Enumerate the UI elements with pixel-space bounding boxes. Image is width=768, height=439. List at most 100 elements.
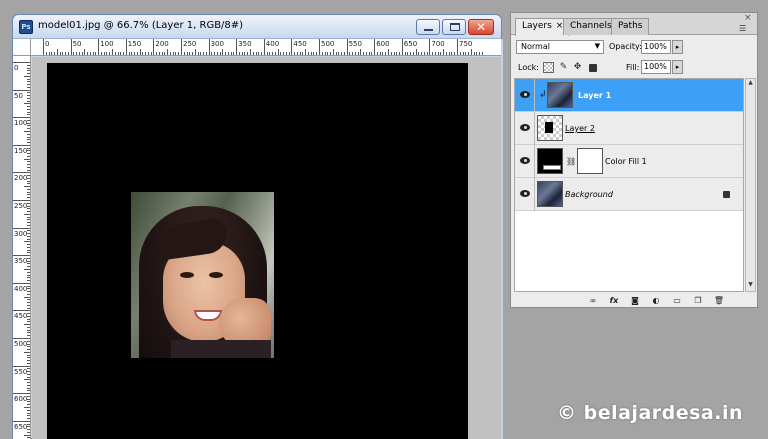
layers-scrollbar[interactable]: ▲ ▼ <box>745 78 756 292</box>
ruler-tick <box>421 52 423 55</box>
add-mask-icon[interactable]: ◙ <box>629 295 641 306</box>
opacity-slider-arrow-icon[interactable]: ▸ <box>672 40 683 54</box>
layer-name[interactable]: Layer 1 <box>578 91 611 100</box>
ruler-tick <box>27 384 30 386</box>
minimize-button[interactable] <box>416 19 440 35</box>
layer-name[interactable]: Layer 2 <box>565 124 595 133</box>
ruler-tick <box>27 335 30 337</box>
fill-thumbnail[interactable] <box>537 148 563 174</box>
ruler-tick <box>316 52 318 55</box>
layer-name[interactable]: Color Fill 1 <box>605 157 647 166</box>
layer-visibility-toggle[interactable] <box>515 112 535 145</box>
ruler-tick <box>27 313 30 315</box>
blend-mode-select[interactable]: Normal ▼ <box>516 40 604 54</box>
maximize-button[interactable] <box>442 19 466 35</box>
eye-icon <box>520 91 530 98</box>
new-group-folder-icon[interactable]: ▭ <box>671 295 683 306</box>
mask-thumbnail[interactable] <box>577 148 603 174</box>
link-layers-icon[interactable]: ∞ <box>587 295 599 306</box>
opacity-input[interactable]: 100% <box>641 40 671 54</box>
scroll-down-icon[interactable]: ▼ <box>746 281 755 291</box>
layer-thumbnail[interactable] <box>537 115 563 141</box>
ruler-tick <box>27 194 30 196</box>
panel-close-icon[interactable]: × <box>744 13 752 23</box>
ruler-label: 500 <box>14 340 28 348</box>
ruler-tick <box>95 52 97 55</box>
ruler-tick <box>24 241 30 243</box>
ruler-tick <box>27 150 30 152</box>
ruler-tick <box>27 329 30 331</box>
lock-transparency-icon[interactable] <box>543 62 554 73</box>
layer-row-layer-2[interactable]: Layer 2 <box>515 112 743 145</box>
portrait-photo[interactable] <box>131 192 274 358</box>
document-scrollbar[interactable] <box>501 39 503 439</box>
horizontal-ruler[interactable]: 0 50 100 150 200 250 300 350 400 450 500 550 600 650 7… <box>31 39 501 56</box>
ruler-tick <box>27 106 30 108</box>
ruler-tick <box>481 52 483 55</box>
fill-input[interactable]: 100% <box>641 60 671 74</box>
layer-name[interactable]: Background <box>565 190 613 199</box>
ruler-corner[interactable] <box>13 39 31 56</box>
ruler-tick <box>440 52 442 55</box>
ruler-tick <box>27 125 30 127</box>
layer-row-color-fill-1[interactable]: ⛓ Color Fill 1 <box>515 145 743 178</box>
ruler-tick <box>476 52 478 55</box>
ruler-tick <box>27 321 30 323</box>
close-button[interactable]: ✕ <box>468 19 494 35</box>
ruler-tick <box>203 52 205 55</box>
link-icon[interactable]: ⛓ <box>566 157 576 166</box>
ruler-tick <box>27 64 30 66</box>
ruler-tick <box>365 52 367 55</box>
ruler-tick <box>27 238 30 240</box>
ruler-tick <box>401 39 403 55</box>
ruler-tick <box>27 191 30 193</box>
lock-paint-brush-icon[interactable]: ✎ <box>558 62 569 73</box>
ruler-tick <box>470 49 472 55</box>
layer-row-background[interactable]: Background <box>515 178 743 211</box>
ruler-tick <box>27 119 30 121</box>
document-titlebar[interactable]: Ps model01.jpg @ 66.7% (Layer 1, RGB/8#)… <box>13 15 501 39</box>
layer-visibility-toggle[interactable] <box>515 79 535 112</box>
new-layer-icon[interactable]: ❐ <box>692 295 704 306</box>
layer-visibility-toggle[interactable] <box>515 145 535 178</box>
vertical-ruler[interactable]: 0 50 100 150 200 250 300 350 400 450 500 550 600 650 <box>13 56 31 439</box>
ruler-tick <box>13 89 30 91</box>
document-canvas[interactable] <box>47 63 468 439</box>
ruler-tick <box>150 52 152 55</box>
lock-position-move-icon[interactable]: ✥ <box>572 62 583 73</box>
ruler-tick <box>156 52 158 55</box>
ruler-tick <box>250 49 251 55</box>
lock-all-icon[interactable] <box>589 64 597 72</box>
ruler-tick <box>27 288 30 290</box>
ruler-tick <box>280 52 282 55</box>
panel-menu-icon[interactable]: ☰ <box>739 24 746 33</box>
ruler-tick <box>434 52 436 55</box>
ruler-tick <box>27 161 30 163</box>
scroll-up-icon[interactable]: ▲ <box>746 79 755 89</box>
layer-style-fx-icon[interactable]: fx <box>608 295 620 306</box>
ruler-tick <box>178 52 180 55</box>
photoshop-icon: Ps <box>19 20 33 34</box>
ruler-tick <box>288 52 290 55</box>
photo-eye-right <box>209 272 223 278</box>
adjustment-layer-icon[interactable]: ◐ <box>650 295 662 306</box>
layer-thumbnail[interactable] <box>537 181 563 207</box>
ruler-tick <box>51 52 53 55</box>
trash-icon[interactable]: 🗑 <box>713 295 725 306</box>
ruler-tick <box>24 131 30 132</box>
ruler-tick <box>139 49 141 55</box>
photo-eye-left <box>180 272 194 278</box>
ruler-tick <box>181 39 182 55</box>
ruler-tick <box>374 39 376 55</box>
ruler-tick <box>27 114 30 116</box>
canvas-area[interactable] <box>32 57 501 439</box>
ruler-tick <box>27 142 30 144</box>
fill-slider-arrow-icon[interactable]: ▸ <box>672 60 683 74</box>
ruler-tick <box>27 373 30 375</box>
layer-row-layer-1[interactable]: ↲ Layer 1 <box>515 79 743 112</box>
tab-paths[interactable]: Paths <box>611 18 650 35</box>
ruler-tick <box>24 186 30 188</box>
ruler-tick <box>27 360 30 362</box>
layer-visibility-toggle[interactable] <box>515 178 535 211</box>
layer-thumbnail[interactable] <box>547 82 573 108</box>
